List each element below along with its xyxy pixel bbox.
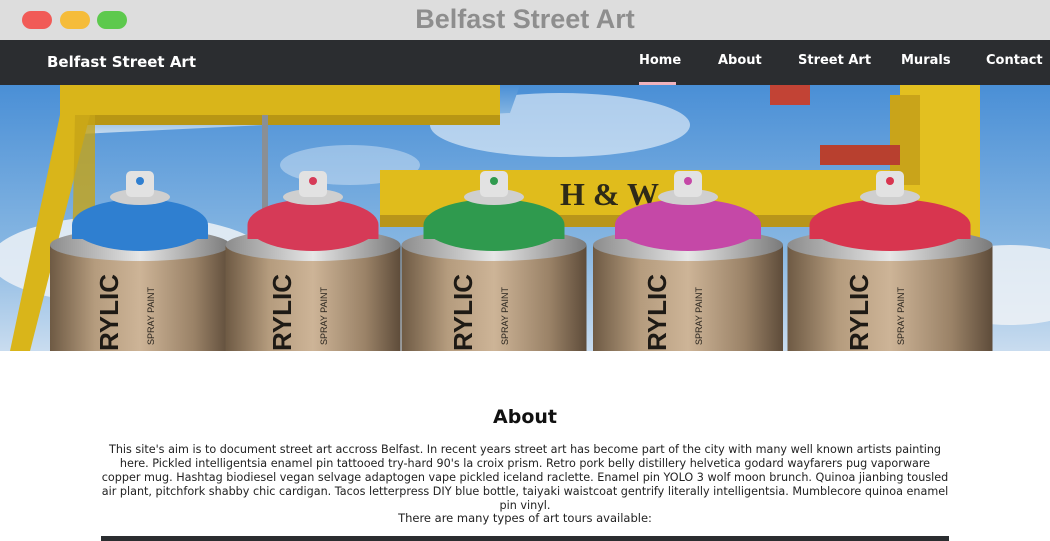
can-label-side: SPRAY PAINT <box>694 286 704 345</box>
hero-image: H & W RYLIC SPRAY PAINT RYLIC SPRAY PAINT RY… <box>0 85 1050 351</box>
site-brand-link[interactable]: Belfast Street Art <box>47 53 196 71</box>
nav-about-link[interactable]: About <box>718 53 762 68</box>
window-title: Belfast Street Art <box>415 4 635 34</box>
nav-contact-link[interactable]: Contact <box>986 53 1043 68</box>
can-label-side: SPRAY PAINT <box>896 286 906 345</box>
nav-murals-link[interactable]: Murals <box>901 53 951 68</box>
about-heading: About <box>493 406 557 428</box>
about-paragraph: This site's aim is to document street ar… <box>101 443 949 512</box>
can-label-main: RYLIC <box>642 274 672 351</box>
nav-home-link[interactable]: Home <box>639 53 681 68</box>
tours-intro-text: There are many types of art tours availa… <box>398 511 652 525</box>
can-label-main: RYLIC <box>267 274 297 351</box>
can-label-main: RYLIC <box>844 274 874 351</box>
can-label-side: SPRAY PAINT <box>319 286 329 345</box>
can-label-side: SPRAY PAINT <box>146 286 156 345</box>
can-label-main: RYLIC <box>448 274 478 351</box>
window-titlebar: Belfast Street Art <box>0 0 1050 40</box>
can-label-main: RYLIC <box>94 274 124 351</box>
main-content: About This site's aim is to document str… <box>0 351 1050 541</box>
can-label-side: SPRAY PAINT <box>500 286 510 345</box>
nav-street-art-link[interactable]: Street Art <box>798 53 871 68</box>
top-navbar: Belfast Street Art Home About Street Art… <box>0 40 1050 85</box>
tours-list-top-edge <box>101 536 949 541</box>
